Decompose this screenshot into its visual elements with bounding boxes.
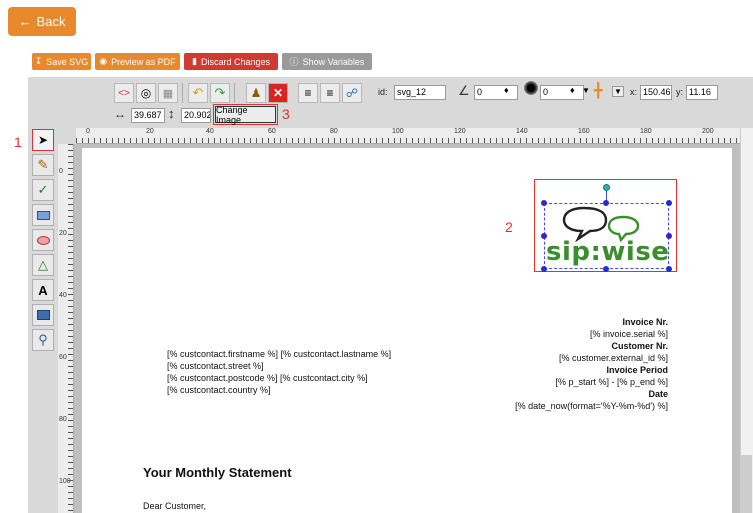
y-label: y: — [676, 87, 684, 97]
ruler-tick-label: 60 — [268, 128, 276, 135]
annotation-3: 3 — [282, 106, 290, 122]
ruler-tick-label: 80 — [330, 128, 338, 135]
info-icon: ⓘ — [289, 57, 299, 67]
select-tool-icon[interactable]: ➤ — [32, 129, 54, 151]
angle-input[interactable]: 0 — [474, 85, 518, 100]
back-button[interactable]: ← Back — [8, 7, 76, 36]
annotation-1: 1 — [14, 134, 22, 150]
invoice-nr-value: [% invoice.serial %] — [589, 329, 668, 339]
ruler-tick-label: 40 — [59, 292, 67, 299]
ruler-tick-label: 140 — [516, 128, 528, 135]
id-input[interactable]: svg_12 — [394, 85, 446, 100]
grid-icon[interactable]: ▦ — [158, 83, 178, 103]
trash-icon: ▮ — [192, 56, 197, 66]
change-image-highlight: Change Image — [213, 104, 278, 125]
scrollbar-thumb[interactable] — [741, 455, 752, 513]
address-line-3: [% custcontact.postcode %] [% custcontac… — [167, 373, 368, 383]
customer-nr-value: [% customer.external_id %] — [558, 353, 668, 363]
ruler-tick-label: 120 — [454, 128, 466, 135]
spinner-icon[interactable]: ♦ — [504, 85, 509, 95]
logo-text: sip:wise — [546, 237, 670, 267]
invoice-nr-label: Invoice Nr. — [622, 317, 668, 327]
greeting: Dear Customer, — [143, 501, 207, 511]
annotation-2: 2 — [505, 219, 513, 235]
move-bottom-icon[interactable]: ≡ — [320, 83, 340, 103]
chevron-down-icon[interactable]: ▼ — [612, 86, 624, 97]
width-icon: ↔ — [114, 107, 126, 121]
chevron-down-icon[interactable]: ▼ — [582, 86, 590, 95]
customer-nr-label: Customer Nr. — [611, 341, 668, 351]
ruler-tick-label: 160 — [578, 128, 590, 135]
address-line-1: [% custcontact.firstname %] [% custconta… — [167, 349, 392, 359]
delete-icon[interactable]: ✕ — [268, 83, 288, 103]
blur-icon — [524, 81, 538, 95]
invoice-period-value: [% p_start %] - [% p_end %] — [555, 377, 668, 387]
address-line-2: [% custcontact.street %] — [167, 361, 264, 371]
x-label: x: — [630, 87, 638, 97]
date-label: Date — [648, 389, 668, 399]
angle-icon: ∠ — [458, 83, 470, 98]
ruler-tick-label: 100 — [392, 128, 404, 135]
spinner-icon[interactable]: ♦ — [570, 85, 575, 95]
wireframe-icon[interactable]: ◎ — [136, 83, 156, 103]
invoice-period-label: Invoice Period — [606, 365, 668, 375]
preview-pdf-button[interactable]: ◉ Preview as PDF — [95, 53, 180, 70]
polygon-tool-icon[interactable]: △ — [32, 254, 54, 276]
width-input[interactable]: 39.687 — [131, 108, 165, 123]
show-variables-button[interactable]: ⓘ Show Variables — [282, 53, 372, 70]
move-top-icon[interactable]: ≡ — [298, 83, 318, 103]
height-icon: ↕ — [168, 106, 175, 121]
text-tool-icon[interactable]: A — [32, 279, 54, 301]
eye-icon: ◉ — [99, 56, 108, 66]
id-label: id: — [378, 87, 388, 97]
vertical-ruler: 0 20 40 60 80 100 — [58, 144, 74, 513]
ruler-tick-label: 180 — [640, 128, 652, 135]
ruler-tick-label: 60 — [59, 354, 67, 361]
y-input[interactable]: 11.16 — [686, 85, 718, 100]
link-icon[interactable]: ☍ — [342, 83, 362, 103]
pencil-tool-icon[interactable]: ✎ — [32, 154, 54, 176]
save-svg-button[interactable]: ↧ Save SVG — [32, 53, 91, 70]
ruler-tick-label: 20 — [146, 128, 154, 135]
align-icon[interactable]: ╋ — [594, 82, 602, 99]
source-icon[interactable]: <> — [114, 83, 134, 103]
ruler-tick-label: 80 — [59, 416, 67, 423]
download-icon: ↧ — [34, 56, 43, 66]
resize-handle[interactable] — [666, 200, 672, 206]
image-tool-icon[interactable] — [32, 304, 54, 326]
blur-input[interactable]: 0 — [540, 85, 584, 100]
rect-tool-icon[interactable] — [32, 204, 54, 226]
clone-icon[interactable]: ♟ — [246, 83, 266, 103]
ruler-tick-label: 0 — [86, 128, 90, 135]
rotate-handle[interactable] — [603, 184, 610, 191]
ruler-tick-label: 20 — [59, 230, 67, 237]
x-input[interactable]: 150.46 — [640, 85, 672, 100]
resize-handle[interactable] — [541, 200, 547, 206]
horizontal-ruler: 0 20 40 60 80 100 120 140 160 180 200 — [76, 128, 742, 144]
statement-title: Your Monthly Statement — [143, 465, 292, 480]
address-line-4: [% custcontact.country %] — [167, 385, 271, 395]
toolbar-divider — [234, 83, 235, 103]
date-value: [% date_now(format='%Y-%m-%d') %] — [515, 401, 668, 411]
ruler-tick-label: 0 — [59, 168, 63, 175]
ellipse-tool-icon[interactable] — [32, 229, 54, 251]
ruler-tick-label: 200 — [702, 128, 714, 135]
arrow-left-icon: ← — [18, 14, 32, 29]
undo-icon[interactable]: ↶ — [188, 83, 208, 103]
change-image-button[interactable]: Change Image — [215, 105, 276, 125]
height-input[interactable]: 20.902 — [181, 108, 211, 123]
discard-changes-button[interactable]: ▮ Discard Changes — [184, 53, 278, 70]
redo-icon[interactable]: ↷ — [210, 83, 230, 103]
path-tool-icon[interactable]: ✓ — [32, 179, 54, 201]
ruler-tick-label: 40 — [206, 128, 214, 135]
toolbar-divider — [182, 83, 183, 103]
zoom-tool-icon[interactable]: ⚲ — [32, 329, 54, 351]
